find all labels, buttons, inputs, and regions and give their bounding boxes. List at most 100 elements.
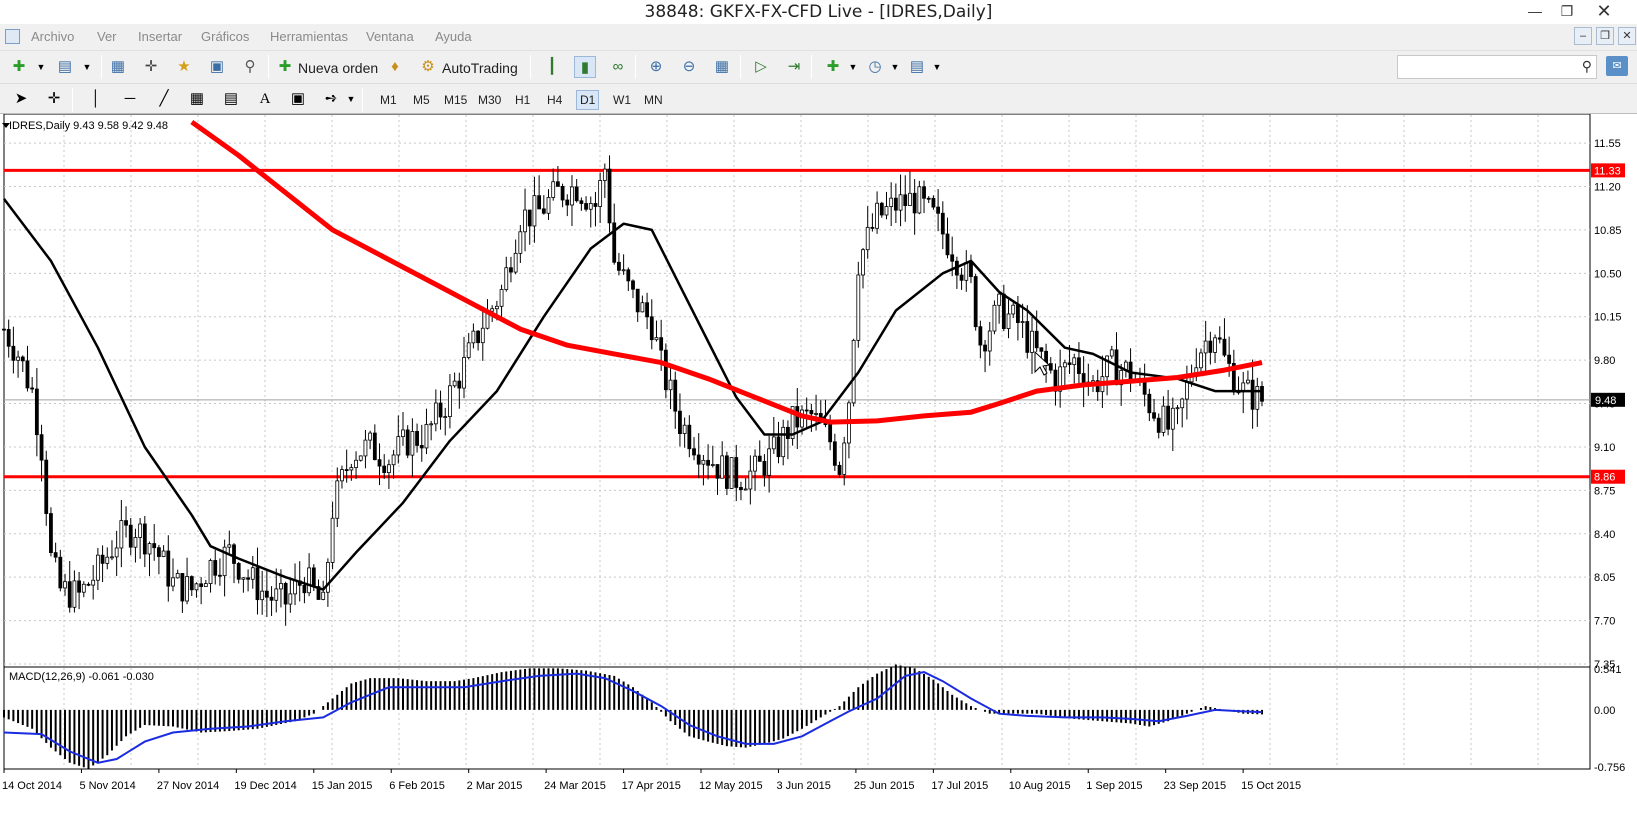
vertical-line-icon[interactable]: │: [85, 88, 107, 110]
menu-graficos[interactable]: Gráficos: [201, 29, 249, 44]
timeframe-h1[interactable]: H1: [512, 90, 533, 110]
templates-icon[interactable]: ▤: [906, 56, 928, 78]
tile-windows-icon[interactable]: ▦: [711, 56, 733, 78]
dropdown-arrow-icon[interactable]: ▼: [76, 56, 98, 78]
crosshair-icon[interactable]: ✛: [43, 88, 65, 110]
timeframe-d1[interactable]: D1: [576, 90, 600, 110]
search-input[interactable]: ⚲: [1397, 55, 1597, 79]
strategy-tester-icon[interactable]: ⚲: [239, 56, 261, 78]
mdi-close-button[interactable]: ✕: [1618, 27, 1636, 45]
timeframe-w1[interactable]: W1: [610, 90, 634, 110]
data-window-icon[interactable]: ✛: [140, 56, 162, 78]
profiles-icon[interactable]: ▤: [54, 56, 76, 78]
candle-body: [1062, 362, 1067, 368]
dropdown-arrow-icon[interactable]: ▼: [884, 56, 906, 78]
candle-body: [30, 387, 35, 390]
macd-label: MACD(12,26,9) -0.061 -0.030: [9, 671, 154, 683]
candle-body: [185, 576, 189, 602]
text-tool-icon[interactable]: A: [254, 88, 276, 110]
candle-body: [142, 523, 147, 555]
candle-body: [279, 583, 283, 590]
candle-body: [584, 203, 588, 210]
zoom-in-icon[interactable]: ⊕: [645, 56, 667, 78]
price-tick-label: 9.10: [1594, 442, 1615, 454]
candle-body: [227, 544, 232, 548]
restore-button[interactable]: ❐: [1553, 0, 1581, 24]
candle-body: [1025, 321, 1030, 353]
cursor-icon[interactable]: ➤: [10, 88, 32, 110]
timeframe-m15[interactable]: M15: [441, 90, 470, 110]
candle-body: [1250, 379, 1255, 410]
candle-body: [1011, 304, 1016, 315]
bar-chart-icon[interactable]: ┃: [541, 56, 563, 78]
toolbar-separator: [530, 55, 531, 79]
channel-icon[interactable]: ▦: [186, 88, 208, 110]
candle-body: [1048, 363, 1053, 371]
candle-body: [1161, 405, 1166, 433]
timeframe-h4[interactable]: H4: [544, 90, 565, 110]
search-icon[interactable]: ⚲: [1582, 58, 1592, 75]
autotrading-button[interactable]: AutoTrading: [442, 56, 518, 80]
periods-clock-icon[interactable]: ◷: [864, 56, 886, 78]
candle-body: [570, 186, 574, 206]
zoom-out-icon[interactable]: ⊖: [678, 56, 700, 78]
candle-body: [1006, 313, 1011, 330]
timeframe-m5[interactable]: M5: [410, 90, 433, 110]
new-order-button[interactable]: Nueva orden: [298, 56, 378, 80]
date-label: 10 Aug 2015: [1009, 780, 1071, 792]
candle-body: [964, 262, 969, 281]
autotrading-icon[interactable]: ⚙: [417, 56, 439, 78]
candle-body: [659, 337, 664, 351]
dropdown-arrow-icon[interactable]: ▼: [340, 88, 362, 110]
candle-body: [438, 402, 443, 418]
new-chart-icon[interactable]: ✚: [8, 56, 30, 78]
line-chart-icon[interactable]: ∞: [607, 56, 629, 78]
menu-herramientas[interactable]: Herramientas: [270, 29, 348, 44]
horizontal-line-icon[interactable]: ─: [119, 88, 141, 110]
menu-ver[interactable]: Ver: [97, 29, 117, 44]
candle-body: [34, 388, 39, 436]
timeframe-m1[interactable]: M1: [377, 90, 400, 110]
candle-body: [950, 254, 955, 262]
market-watch-icon[interactable]: ▦: [107, 56, 129, 78]
candle-body: [335, 480, 340, 519]
candle-body: [565, 199, 570, 206]
mdi-minimize-button[interactable]: –: [1574, 27, 1592, 45]
mdi-restore-button[interactable]: ❐: [1596, 27, 1614, 45]
text-label-icon[interactable]: ▣: [287, 88, 309, 110]
dropdown-arrow-icon[interactable]: ▼: [926, 56, 948, 78]
fibonacci-icon[interactable]: ▤: [220, 88, 242, 110]
menu-ayuda[interactable]: Ayuda: [435, 29, 472, 44]
date-label: 17 Jul 2015: [931, 780, 988, 792]
navigator-icon[interactable]: ★: [173, 56, 195, 78]
candle-body: [1072, 357, 1077, 366]
candle-body: [1227, 354, 1232, 364]
metaeditor-icon[interactable]: ♦: [384, 56, 406, 78]
timeframe-mn[interactable]: MN: [641, 90, 666, 110]
indicators-icon[interactable]: ✚: [822, 56, 844, 78]
candle-body: [786, 426, 790, 439]
candlestick-chart-icon[interactable]: ▮: [574, 56, 596, 78]
messages-icon[interactable]: ✉: [1606, 56, 1628, 76]
chart-window[interactable]: 11.5511.2010.8510.5010.159.809.459.108.7…: [0, 114, 1637, 825]
candle-body: [626, 269, 631, 282]
candle-body: [832, 441, 837, 466]
auto-scroll-icon[interactable]: ▷: [750, 56, 772, 78]
menu-archivo[interactable]: Archivo: [31, 29, 74, 44]
new-order-icon[interactable]: ✚: [274, 56, 296, 78]
price-chart[interactable]: 11.5511.2010.8510.5010.159.809.459.108.7…: [0, 114, 1637, 825]
menu-insertar[interactable]: Insertar: [138, 29, 182, 44]
candle-body: [340, 469, 344, 482]
trendline-icon[interactable]: ╱: [153, 88, 175, 110]
candle-body: [945, 233, 950, 256]
dropdown-arrow-icon[interactable]: ▼: [30, 56, 52, 78]
terminal-icon[interactable]: ▣: [206, 56, 228, 78]
dropdown-arrow-icon[interactable]: ▼: [842, 56, 864, 78]
arrows-icon[interactable]: ➺: [320, 88, 342, 110]
close-button[interactable]: ✕: [1590, 0, 1618, 24]
chart-shift-icon[interactable]: ⇥: [783, 56, 805, 78]
minimize-button[interactable]: —: [1521, 0, 1549, 24]
menu-ventana[interactable]: Ventana: [366, 29, 414, 44]
timeframe-m30[interactable]: M30: [475, 90, 504, 110]
candle-body: [128, 524, 133, 548]
